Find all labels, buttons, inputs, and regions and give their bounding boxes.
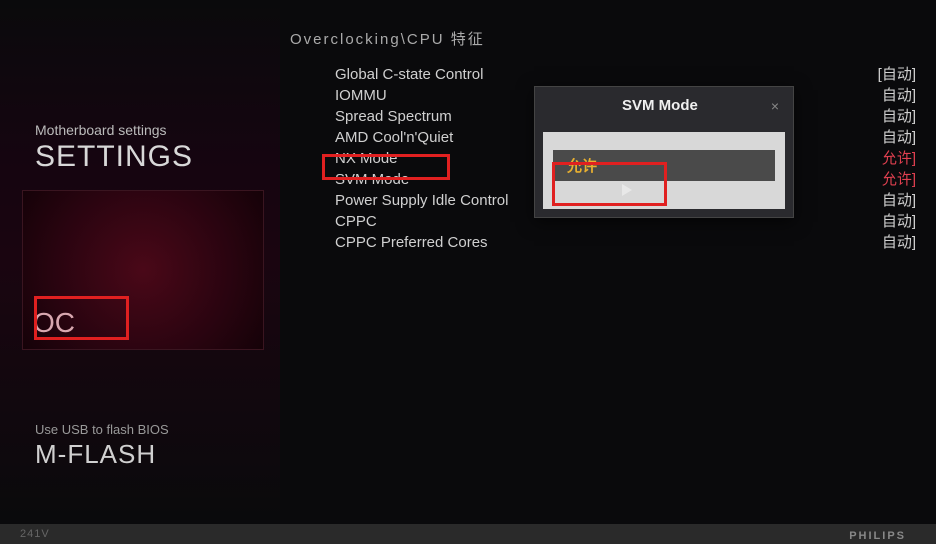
setting-item[interactable]: IOMMU bbox=[335, 85, 508, 106]
popup-header: SVM Mode × bbox=[535, 87, 793, 124]
mflash-title: M-FLASH bbox=[35, 439, 169, 470]
mflash-section[interactable]: Use USB to flash BIOS M-FLASH bbox=[35, 422, 169, 470]
breadcrumb: Overclocking\CPU 特征 bbox=[290, 28, 485, 49]
close-icon[interactable]: × bbox=[771, 98, 779, 114]
setting-value: 自动] bbox=[878, 127, 916, 148]
setting-value: 自动] bbox=[878, 190, 916, 211]
highlight-box-oc bbox=[34, 296, 129, 340]
settings-title: SETTINGS bbox=[35, 140, 193, 174]
setting-value: [自动] bbox=[878, 64, 916, 85]
setting-value: 自动] bbox=[878, 106, 916, 127]
setting-value: 自动] bbox=[878, 211, 916, 232]
setting-value: 自动] bbox=[878, 232, 916, 253]
settings-subtitle: Motherboard settings bbox=[35, 122, 193, 138]
setting-item[interactable]: Power Supply Idle Control bbox=[335, 190, 508, 211]
bottom-bar: 241V bbox=[0, 524, 936, 544]
setting-value: 允许] bbox=[878, 148, 916, 169]
setting-item[interactable]: Global C-state Control bbox=[335, 64, 508, 85]
setting-value: 允许] bbox=[878, 169, 916, 190]
highlight-box-svm bbox=[322, 154, 450, 180]
popup-title: SVM Mode bbox=[549, 97, 771, 114]
settings-section[interactable]: Motherboard settings SETTINGS bbox=[35, 122, 193, 174]
setting-item[interactable]: Spread Spectrum bbox=[335, 106, 508, 127]
setting-item[interactable]: CPPC Preferred Cores bbox=[335, 232, 508, 253]
mflash-subtitle: Use USB to flash BIOS bbox=[35, 422, 169, 437]
values-column: [自动] 自动] 自动] 自动] 允许] 允许] 自动] 自动] 自动] bbox=[878, 64, 916, 253]
power-info: 241V bbox=[0, 528, 50, 540]
setting-value: 自动] bbox=[878, 85, 916, 106]
monitor-brand: PHILIPS bbox=[849, 530, 906, 542]
setting-item[interactable]: CPPC bbox=[335, 211, 508, 232]
setting-item[interactable]: AMD Cool'n'Quiet bbox=[335, 127, 508, 148]
highlight-box-option bbox=[552, 162, 667, 206]
sidebar: Motherboard settings SETTINGS OC Use USB… bbox=[0, 0, 280, 520]
